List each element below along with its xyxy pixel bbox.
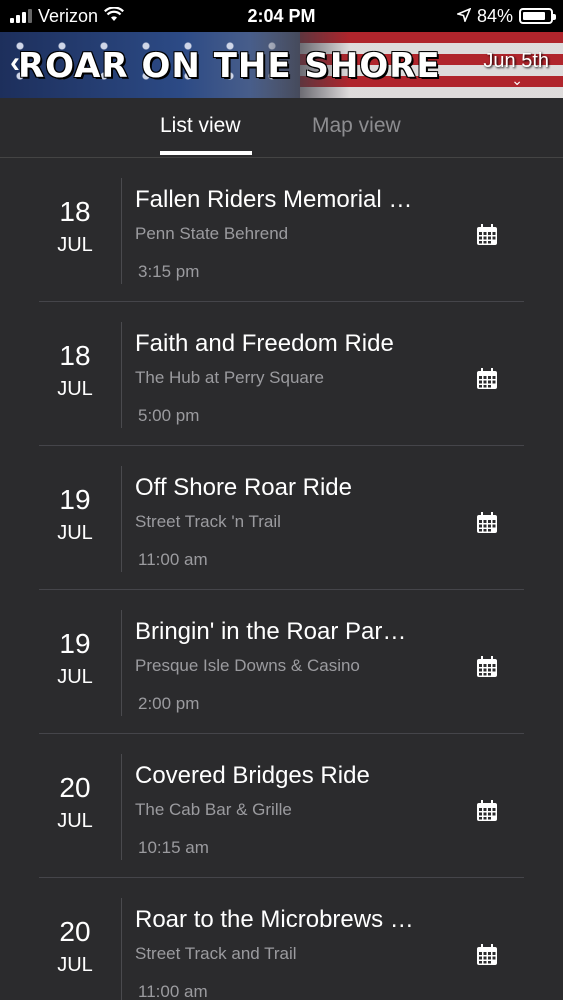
event-month: JUL	[57, 522, 93, 544]
event-day: 19	[59, 484, 91, 515]
event-time: 10:15 am	[138, 838, 209, 857]
status-right: 84%	[455, 5, 556, 27]
add-to-calendar-icon[interactable]	[476, 656, 498, 678]
event-date: 18 JUL	[39, 196, 111, 257]
add-to-calendar-icon[interactable]	[476, 800, 498, 822]
battery-icon	[519, 8, 556, 24]
event-date: 20 JUL	[39, 916, 111, 977]
event-time: 5:00 pm	[138, 406, 200, 425]
event-title: Roar to the Microbrews …	[135, 906, 414, 933]
status-left: Verizon	[10, 5, 125, 27]
event-row[interactable]: 18 JUL Faith and Freedom Ride The Hub at…	[39, 302, 524, 446]
location-arrow-icon	[455, 6, 472, 27]
event-title: Off Shore Roar Ride	[135, 474, 352, 501]
event-row[interactable]: 18 JUL Fallen Riders Memorial … Penn Sta…	[39, 158, 524, 302]
event-venue: Street Track and Trail	[135, 944, 297, 963]
event-venue: The Cab Bar & Grille	[135, 800, 292, 819]
event-title: Fallen Riders Memorial …	[135, 186, 413, 213]
status-bar: Verizon 2:04 PM 84%	[0, 0, 563, 32]
event-row[interactable]: 19 JUL Off Shore Roar Ride Street Track …	[39, 446, 524, 590]
event-title: Covered Bridges Ride	[135, 762, 370, 789]
event-row[interactable]: 20 JUL Covered Bridges Ride The Cab Bar …	[39, 734, 524, 878]
cell-signal-icon	[10, 9, 32, 23]
event-date: 20 JUL	[39, 772, 111, 833]
event-date: 19 JUL	[39, 484, 111, 545]
add-to-calendar-icon[interactable]	[476, 224, 498, 246]
carrier-label: Verizon	[38, 5, 99, 26]
event-time: 11:00 am	[138, 550, 208, 569]
event-venue: Presque Isle Downs & Casino	[135, 656, 360, 675]
event-venue: Penn State Behrend	[135, 224, 289, 243]
wifi-icon	[104, 5, 125, 27]
event-time: 3:15 pm	[138, 262, 200, 281]
event-title: Bringin' in the Roar Par…	[135, 618, 407, 645]
active-tab-indicator	[160, 151, 252, 155]
event-venue: The Hub at Perry Square	[135, 368, 324, 387]
header-banner: ‹ ROAR ON THE SHORE Jun 5th ⌄	[0, 32, 563, 98]
event-day: 20	[59, 916, 91, 947]
battery-percent: 84%	[476, 5, 513, 26]
event-title: Faith and Freedom Ride	[135, 330, 394, 357]
chevron-down-icon[interactable]: ⌄	[511, 72, 523, 89]
event-title-logo: ROAR ON THE SHORE	[18, 46, 441, 86]
event-month: JUL	[57, 234, 93, 256]
add-to-calendar-icon[interactable]	[476, 368, 498, 390]
event-row[interactable]: 20 JUL Roar to the Microbrews … Street T…	[39, 878, 524, 1000]
event-time: 11:00 am	[138, 982, 208, 1000]
add-to-calendar-icon[interactable]	[476, 944, 498, 966]
event-list: 18 JUL Fallen Riders Memorial … Penn Sta…	[0, 158, 563, 1000]
event-time: 2:00 pm	[138, 694, 200, 713]
view-tabs: List view Map view	[0, 98, 563, 158]
event-date: 18 JUL	[39, 340, 111, 401]
event-day: 18	[59, 196, 91, 227]
tab-map-view[interactable]: Map view	[312, 114, 401, 138]
event-month: JUL	[57, 810, 93, 832]
event-month: JUL	[57, 954, 93, 976]
event-day: 19	[59, 628, 91, 659]
add-to-calendar-icon[interactable]	[476, 512, 498, 534]
date-selector[interactable]: Jun 5th	[483, 50, 549, 73]
event-month: JUL	[57, 666, 93, 688]
event-date: 19 JUL	[39, 628, 111, 689]
tab-list-view[interactable]: List view	[160, 114, 241, 138]
event-month: JUL	[57, 378, 93, 400]
event-day: 20	[59, 772, 91, 803]
event-row[interactable]: 19 JUL Bringin' in the Roar Par… Presque…	[39, 590, 524, 734]
event-venue: Street Track 'n Trail	[135, 512, 281, 531]
event-day: 18	[59, 340, 91, 371]
